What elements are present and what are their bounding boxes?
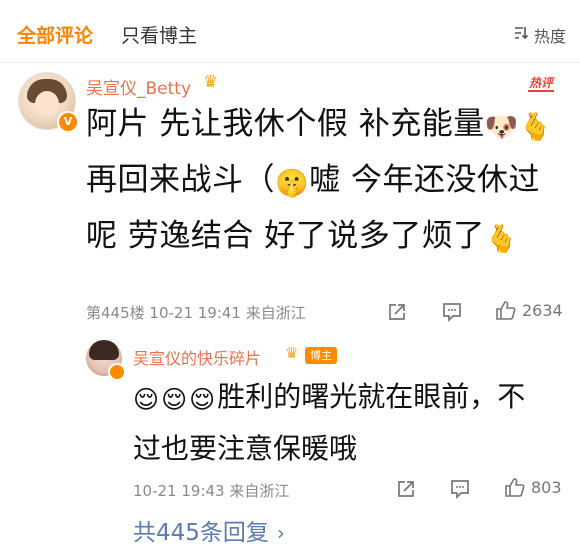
comment-icon bbox=[451, 480, 469, 500]
like-button[interactable]: 2634 bbox=[494, 299, 563, 321]
share-button[interactable] bbox=[386, 301, 408, 323]
reply-share-button[interactable] bbox=[395, 478, 417, 500]
comment-text: 阿片 先让我休个假 补充能量🐶🫰再回来战斗（🤫嘘 今年还没休过呢 劳逸结合 好了… bbox=[86, 98, 562, 266]
relieved-emoji: 😌 bbox=[189, 385, 216, 414]
reply-text: 😌😌😌胜利的曙光就在眼前，不过也要注意保暖哦 bbox=[133, 372, 553, 473]
comment-author[interactable]: 吴宣仪_Betty bbox=[86, 74, 191, 99]
relieved-emoji: 😌 bbox=[133, 385, 160, 414]
shush-emoji: 🤫 bbox=[275, 168, 310, 199]
sort-by-hot-button[interactable]: 热度 bbox=[513, 23, 566, 47]
tab-all-comments[interactable]: 全部评论 bbox=[17, 21, 93, 48]
verified-icon bbox=[108, 363, 126, 381]
hot-comment-badge: 热评 bbox=[528, 76, 555, 92]
replies-count-label: 共445条回复 bbox=[133, 520, 269, 546]
verified-icon: V bbox=[57, 111, 79, 133]
blogger-badge: 博主 bbox=[305, 347, 337, 364]
share-icon bbox=[398, 481, 414, 497]
reply-meta: 10-21 19:43 来自浙江 bbox=[133, 482, 290, 500]
comment-meta: 第445楼 10-21 19:41 来自浙江 bbox=[86, 304, 306, 322]
comment-text-part: 再回来战斗（ bbox=[86, 162, 275, 198]
sort-label: 热度 bbox=[533, 27, 566, 46]
reply-like-button[interactable]: 803 bbox=[503, 476, 562, 498]
divider bbox=[0, 62, 580, 63]
reply-author[interactable]: 吴宣仪的快乐碎片 bbox=[133, 345, 261, 369]
sort-icon bbox=[513, 25, 529, 45]
relieved-emoji: 😌 bbox=[161, 385, 188, 414]
share-icon bbox=[389, 304, 405, 320]
crown-icon: ♛ bbox=[285, 344, 299, 362]
comment-icon bbox=[443, 303, 461, 323]
reply-like-count: 803 bbox=[531, 477, 562, 497]
like-count: 2634 bbox=[522, 300, 563, 320]
tab-blogger-only[interactable]: 只看博主 bbox=[121, 21, 197, 48]
chevron-right-icon: › bbox=[276, 521, 285, 545]
finger-heart-emoji: 🫰 bbox=[484, 224, 519, 255]
doge-emoji: 🐶 bbox=[484, 112, 519, 143]
like-icon bbox=[496, 301, 516, 320]
view-all-replies-link[interactable]: 共445条回复 › bbox=[133, 513, 285, 547]
finger-heart-emoji: 🫰 bbox=[518, 112, 553, 143]
like-icon bbox=[505, 478, 525, 497]
comment-tabs: 全部评论 只看博主 热度 bbox=[0, 0, 580, 62]
comment-button[interactable] bbox=[441, 301, 463, 323]
crown-icon: ♛ bbox=[203, 72, 219, 92]
reply-comment-button[interactable] bbox=[449, 478, 471, 500]
comment-text-part: 阿片 先让我休个假 补充能量 bbox=[86, 106, 485, 142]
